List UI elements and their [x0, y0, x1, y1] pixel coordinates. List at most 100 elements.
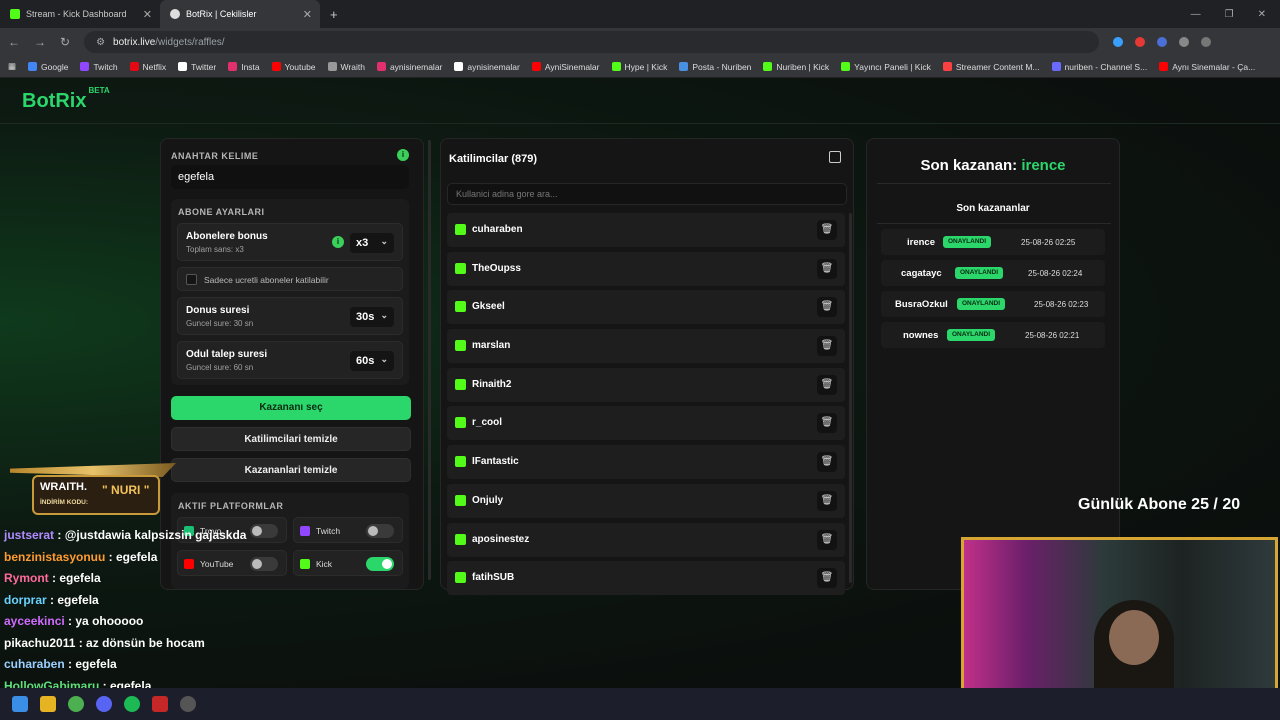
twitch-toggle[interactable]	[366, 524, 394, 538]
back-icon[interactable]: ←	[8, 35, 20, 49]
participant-list: cuharaben 🗑 TheOupss 🗑 Gkseel 🗑 marslan 🗑 Rinait…	[447, 213, 845, 600]
bookmark-item[interactable]: Wraith	[327, 61, 365, 72]
bookmark-item[interactable]: Twitch	[80, 62, 118, 72]
bookmark-item[interactable]: Nuriben | Kick	[763, 62, 829, 72]
bonus-select[interactable]: x3 ⌄	[350, 233, 394, 253]
copy-icon[interactable]	[829, 151, 841, 163]
url-field[interactable]: ⚙ botrix.live/widgets/raffles/	[84, 31, 1100, 53]
app-icon[interactable]	[152, 696, 168, 712]
chat-message: benzinistasyonuu : egefela	[4, 550, 304, 572]
discord-icon[interactable]	[96, 696, 112, 712]
paid-only-row[interactable]: Sadece ucretli aboneler katilabilir	[177, 267, 403, 291]
obs-icon[interactable]	[180, 696, 196, 712]
bookmark-item[interactable]: nuriben - Channel S...	[1051, 62, 1147, 72]
promo-label: İNDİRİM KODU:	[40, 499, 89, 506]
extension-icon[interactable]	[1113, 37, 1124, 47]
clear-winners-button[interactable]: Kazananlari temizle	[171, 458, 411, 482]
windows-start-icon[interactable]	[12, 696, 28, 712]
kick-icon	[455, 533, 466, 545]
trash-icon[interactable]: 🗑	[817, 568, 837, 589]
participant-name: Gkseel	[472, 301, 505, 313]
trash-icon[interactable]: 🗑	[817, 220, 837, 240]
participant-name: IFantastic	[472, 456, 519, 468]
forward-icon[interactable]: →	[34, 35, 46, 49]
trash-icon[interactable]: 🗑	[817, 490, 837, 511]
bonus-subtitle: Toplam sans: x3	[186, 245, 244, 254]
bookmark-item[interactable]: Yayıncı Paneli | Kick	[841, 62, 931, 72]
bookmark-icon	[454, 62, 464, 71]
chat-text: : egefela	[105, 549, 158, 564]
new-tab-button[interactable]: +	[320, 0, 350, 28]
chrome-icon[interactable]	[68, 696, 84, 712]
reload-icon[interactable]: ↻	[60, 35, 70, 49]
bookmark-item[interactable]: Aynı Sinemalar - Ça...	[1159, 62, 1255, 72]
trash-icon[interactable]: 🗑	[817, 374, 837, 395]
bookmark-icon	[376, 62, 386, 71]
participant-name: r_cool	[472, 417, 503, 429]
participants-title: Katilimcilar (879)	[449, 153, 538, 165]
keyword-label: ANAHTAR KELIME	[171, 151, 259, 161]
maximize-icon[interactable]: ❐	[1225, 9, 1234, 20]
tab-botrix[interactable]: BotRix | Cekilisler ✕	[160, 0, 320, 28]
bookmark-icon	[129, 62, 139, 71]
kick-icon	[455, 456, 466, 468]
apps-icon[interactable]: ▦	[8, 61, 16, 72]
extension-icon[interactable]	[1157, 37, 1168, 47]
bookmark-item[interactable]: Hype | Kick	[611, 61, 668, 72]
extension-icon[interactable]	[1135, 37, 1146, 47]
bookmark-item[interactable]: Twitter	[178, 62, 216, 72]
trash-icon[interactable]: 🗑	[817, 336, 837, 357]
claim-duration-select[interactable]: 60s ⌄	[350, 351, 394, 371]
bookmark-label: Wraith	[340, 61, 365, 72]
close-icon[interactable]: ✕	[303, 8, 312, 21]
tab-kick-dashboard[interactable]: Stream - Kick Dashboard ✕	[0, 0, 160, 28]
spin-duration-select[interactable]: 30s ⌄	[350, 307, 394, 327]
avatar[interactable]	[1201, 37, 1212, 47]
paid-only-checkbox[interactable]	[186, 274, 197, 285]
trash-icon[interactable]: 🗑	[817, 413, 837, 434]
file-explorer-icon[interactable]	[40, 696, 56, 712]
bookmark-label: Hype | Kick	[624, 61, 668, 72]
bookmark-item[interactable]: Youtube	[271, 62, 316, 72]
bookmark-item[interactable]: aynisinemalar	[454, 62, 520, 72]
divider	[877, 223, 1111, 224]
clear-participants-button[interactable]: Katilimcilari temizle	[171, 427, 411, 451]
kick-icon	[455, 340, 466, 352]
participant-search-input[interactable]: Kullanici adina gore ara...	[447, 183, 847, 205]
info-icon[interactable]: i	[332, 236, 344, 248]
trash-icon[interactable]: 🗑	[817, 452, 837, 473]
bookmark-item[interactable]: Streamer Content M...	[942, 62, 1040, 72]
botrix-icon	[170, 9, 180, 19]
kick-icon	[455, 417, 466, 429]
close-window-icon[interactable]: ✕	[1258, 9, 1266, 20]
kick-toggle[interactable]	[366, 557, 394, 571]
bookmark-item[interactable]: Google	[28, 62, 68, 72]
streamer-face	[1109, 610, 1159, 665]
bookmark-item[interactable]: aynisinemalar	[376, 62, 442, 72]
claim-duration-subtitle: Guncel sure: 60 sn	[186, 363, 254, 372]
winner-row: BusraOzkul ONAYLANDI 25-08-26 02:23	[881, 291, 1105, 317]
minimize-icon[interactable]: —	[1191, 9, 1201, 20]
puzzle-icon[interactable]	[1179, 37, 1190, 47]
bookmark-item[interactable]: Netflix	[129, 62, 166, 72]
trash-icon[interactable]: 🗑	[817, 297, 837, 318]
trash-icon[interactable]: 🗑	[817, 258, 837, 279]
site-info-icon[interactable]: ⚙	[96, 37, 105, 48]
trash-icon[interactable]: 🗑	[817, 529, 837, 550]
settings-scrollbar[interactable]	[428, 140, 431, 580]
spotify-icon[interactable]	[124, 696, 140, 712]
chat-text: : egefela	[48, 571, 101, 585]
close-icon[interactable]: ✕	[143, 8, 152, 21]
bookmark-item[interactable]: Posta - Nuriben	[679, 62, 751, 72]
bookmark-item[interactable]: Insta	[228, 62, 260, 72]
bookmark-item[interactable]: AyniSinemalar	[531, 62, 600, 72]
pick-winner-button[interactable]: Kazananı seç	[171, 396, 411, 420]
kick-icon	[455, 224, 466, 235]
botrix-logo[interactable]: BotRix BETA	[22, 86, 110, 113]
info-icon[interactable]: i	[397, 149, 409, 161]
claim-duration-title: Odul talep suresi	[186, 349, 268, 360]
paid-only-label: Sadece ucretli aboneler katilabilir	[204, 275, 329, 285]
participant-scrollbar[interactable]	[849, 213, 852, 583]
keyword-input[interactable]: egefela	[171, 165, 409, 189]
bookmark-label: Google	[41, 61, 69, 72]
